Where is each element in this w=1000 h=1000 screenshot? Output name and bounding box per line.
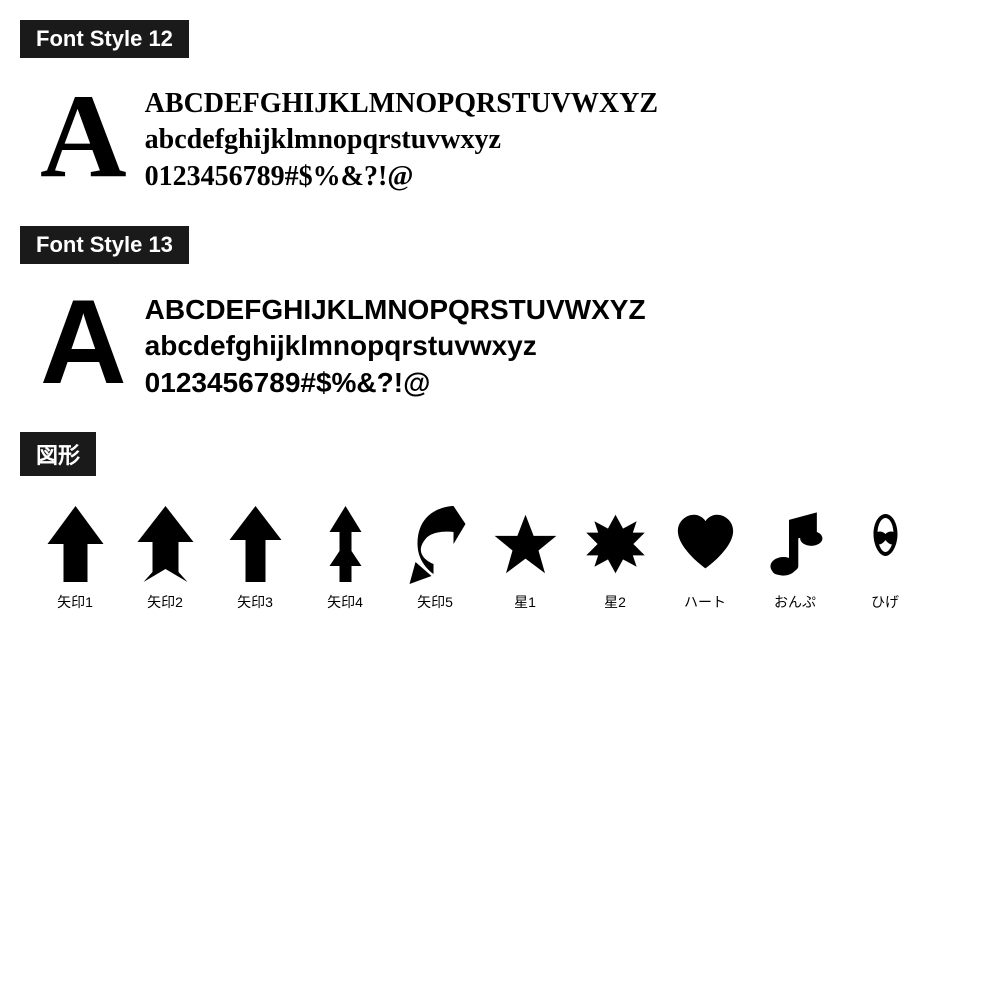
shape-label-star2: 星2: [604, 592, 626, 612]
arrow5-icon: [403, 504, 468, 584]
font-style-12-alphabet: ABCDEFGHIJKLMNOPQRSTUVWXYZ abcdefghijklm…: [145, 76, 658, 195]
shape-label-music: おんぷ: [774, 592, 816, 612]
shape-item-heart: ハート: [660, 504, 750, 612]
font-style-13-alphabet: ABCDEFGHIJKLMNOPQRSTUVWXYZ abcdefghijklm…: [145, 282, 646, 401]
shape-item-star2: 星2: [570, 504, 660, 612]
shape-item-arrow1: 矢印1: [30, 504, 120, 612]
shape-label-arrow2: 矢印2: [147, 592, 183, 612]
font-style-13-label: Font Style 13: [20, 226, 189, 264]
shape-item-star1: 星1: [480, 504, 570, 612]
arrow3-icon: [223, 504, 288, 584]
font-style-13-line-nums: 0123456789#$%&?!@: [145, 365, 646, 401]
shape-item-arrow2: 矢印2: [120, 504, 210, 612]
font-style-12-line-nums: 0123456789#$%&?!@: [145, 159, 658, 195]
shape-item-music: おんぷ: [750, 504, 840, 612]
shape-item-arrow4: 矢印4: [300, 504, 390, 612]
heart-icon: [673, 504, 738, 584]
shape-label-arrow3: 矢印3: [237, 592, 273, 612]
music-icon: [763, 504, 828, 584]
shape-item-arrow5: 矢印5: [390, 504, 480, 612]
font-style-13-line-lower: abcdefghijklmnopqrstuvwxyz: [145, 328, 646, 364]
shapes-label: 図形: [20, 432, 96, 476]
font-style-12-big-letter: A: [40, 76, 127, 196]
shape-item-mustache: ひげ: [840, 504, 930, 612]
shape-label-arrow5: 矢印5: [417, 592, 453, 612]
star1-icon: [493, 504, 558, 584]
font-style-12-line-upper: ABCDEFGHIJKLMNOPQRSTUVWXYZ: [145, 86, 658, 122]
font-style-13-big-letter: A: [40, 282, 127, 402]
shapes-grid: 矢印1 矢印2 矢印3 矢印4: [20, 504, 980, 612]
font-style-13-demo: A ABCDEFGHIJKLMNOPQRSTUVWXYZ abcdefghijk…: [20, 282, 980, 402]
shape-label-star1: 星1: [514, 592, 536, 612]
font-style-12-line-lower: abcdefghijklmnopqrstuvwxyz: [145, 122, 658, 158]
font-style-12-section: Font Style 12 A ABCDEFGHIJKLMNOPQRSTUVWX…: [20, 20, 980, 196]
shape-label-heart: ハート: [684, 592, 726, 612]
font-style-13-line-upper: ABCDEFGHIJKLMNOPQRSTUVWXYZ: [145, 292, 646, 328]
font-style-13-section: Font Style 13 A ABCDEFGHIJKLMNOPQRSTUVWX…: [20, 226, 980, 402]
font-style-12-demo: A ABCDEFGHIJKLMNOPQRSTUVWXYZ abcdefghijk…: [20, 76, 980, 196]
arrow1-icon: [43, 504, 108, 584]
star2-icon: [583, 504, 648, 584]
shape-label-mustache: ひげ: [871, 592, 899, 612]
arrow4-icon: [313, 504, 378, 584]
shape-item-arrow3: 矢印3: [210, 504, 300, 612]
shape-label-arrow4: 矢印4: [327, 592, 363, 612]
shape-label-arrow1: 矢印1: [57, 592, 93, 612]
font-style-12-label: Font Style 12: [20, 20, 189, 58]
mustache-icon: [853, 504, 918, 584]
arrow2-icon: [133, 504, 198, 584]
shapes-section: 図形 矢印1 矢印2 矢印3: [20, 432, 980, 612]
